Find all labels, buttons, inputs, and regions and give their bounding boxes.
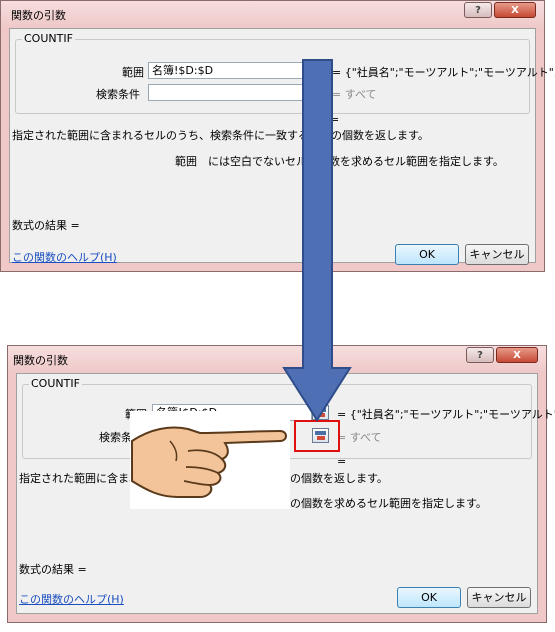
down-arrow-icon: [282, 59, 352, 422]
